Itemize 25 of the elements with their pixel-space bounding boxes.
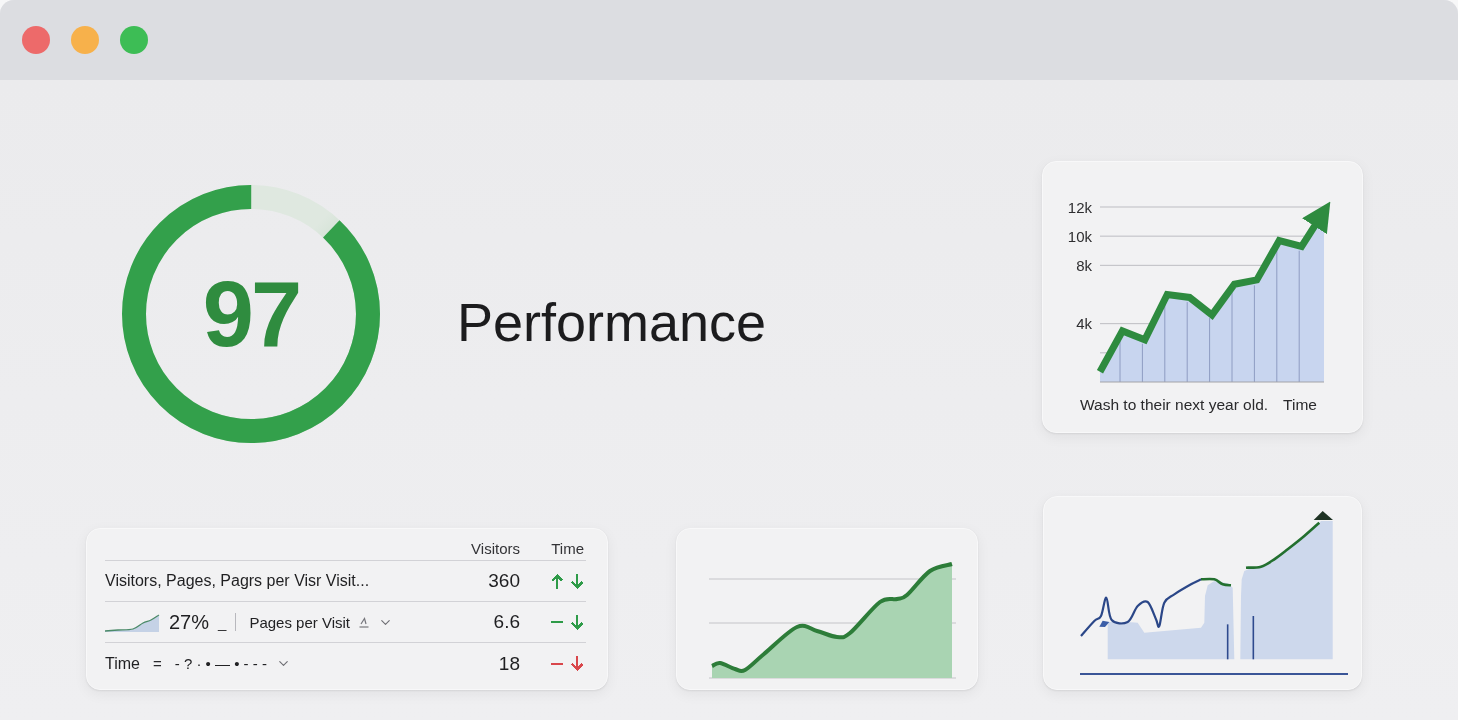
percent-value: 27% [169,610,210,634]
underscore-text: _ [218,613,227,631]
row-value: 18 [498,652,520,675]
chart-caption: Wash to their next year old. [1080,395,1269,415]
y-tick-label: 4k [1076,315,1092,333]
filter-label: Time [105,654,140,673]
column-header: Time [551,539,585,557]
sparkline [105,612,160,632]
operator-text: = [152,655,162,672]
filter-dropdown[interactable]: - ? · • — • - - - [174,655,291,672]
row-label: Visitors, Pages, Pagrs per Visr Visit... [105,572,371,590]
minimize-button[interactable] [71,26,99,54]
metric-select[interactable]: Pages per Visit [249,613,393,631]
y-tick-label: 12k [1067,198,1092,216]
x-axis-label: Time [1283,395,1317,415]
y-tick-label: 10k [1067,227,1092,245]
caret-line-icon [359,616,369,628]
row-value: 6.6 [493,611,520,633]
column-header: Visitors [471,539,520,557]
close-button[interactable] [22,26,50,54]
score-value: 97 [202,268,300,360]
row-value: 360 [488,570,520,592]
y-tick-label: 8k [1076,256,1092,274]
page-title: Performance [457,292,767,352]
zoom-button[interactable] [120,26,148,54]
